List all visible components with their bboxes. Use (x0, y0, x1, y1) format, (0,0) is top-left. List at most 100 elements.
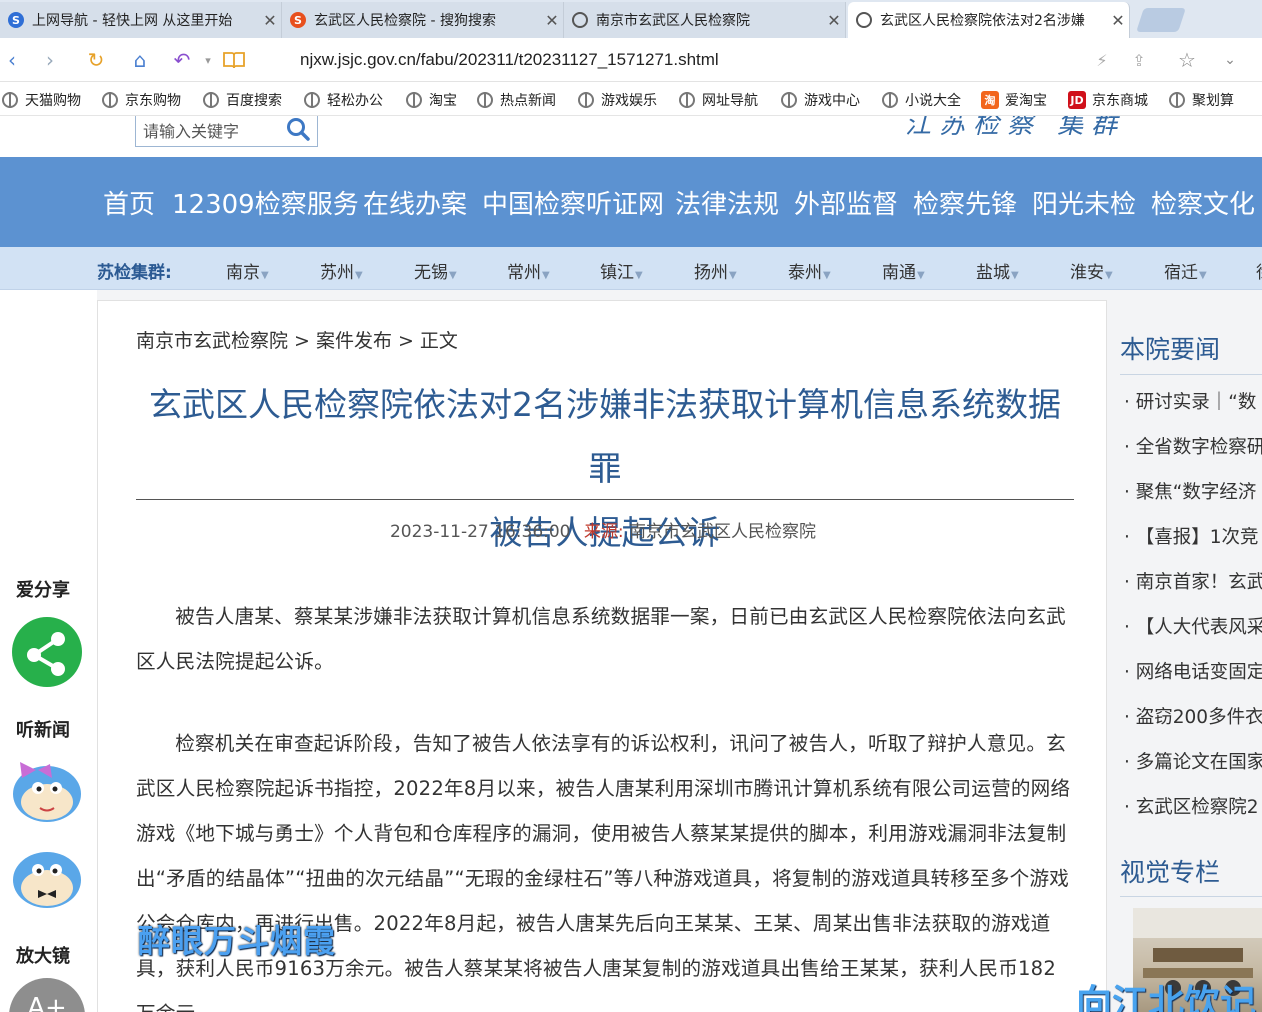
close-icon[interactable]: ✕ (1107, 11, 1129, 30)
bookmark-item[interactable]: 淘宝 (406, 90, 457, 110)
city-link[interactable]: 宿迁▼ (1164, 258, 1207, 283)
bookmark-label: 爱淘宝 (1005, 93, 1047, 109)
nav-item-online[interactable]: 在线办案 (363, 184, 467, 221)
forward-icon[interactable]: › (38, 48, 62, 72)
listen-heading: 听新闻 (16, 720, 70, 741)
close-icon[interactable]: ✕ (823, 11, 845, 30)
undo-close-icon[interactable]: ↶ (170, 48, 194, 72)
news-link[interactable]: · 聚焦“数字经济 (1124, 478, 1256, 504)
browser-tab-bar: S 上网导航 - 轻快上网 从这里开始 ✕ S 玄武区人民检察院 - 搜狗搜索 … (0, 0, 1262, 38)
bookmark-item[interactable]: 淘爱淘宝 (981, 90, 1047, 110)
globe-icon (102, 92, 118, 108)
globe-icon (578, 92, 594, 108)
web-page: 请输入关键字 江苏检察 集群 首页 12309检察服务 在线办案 中国检察听证网… (0, 116, 1262, 1012)
sogou-search-icon: S (290, 12, 306, 28)
sogou-browser-icon: S (8, 12, 24, 28)
home-icon[interactable]: ⌂ (128, 48, 152, 72)
breadcrumb-link[interactable]: 南京市玄武检察院 (136, 330, 288, 352)
globe-icon (572, 12, 588, 28)
news-link[interactable]: · 全省数字检察研 (1124, 433, 1262, 459)
bookmark-label: 游戏娱乐 (601, 93, 657, 109)
city-link[interactable]: 南通▼ (882, 258, 925, 283)
article-paragraph: 被告人唐某、蔡某某涉嫌非法获取计算机信息系统数据罪一案，日前已由玄武区人民检察院… (136, 605, 1066, 673)
nav-item-hearing[interactable]: 中国检察听证网 (482, 184, 664, 221)
news-link[interactable]: · 【人大代表风采 (1124, 613, 1262, 639)
browser-tab-active[interactable]: 玄武区人民检察院依法对2名涉嫌 ✕ (848, 2, 1130, 38)
news-link[interactable]: · 研讨实录｜“数 (1124, 388, 1256, 414)
nav-item-pioneer[interactable]: 检察先锋 (913, 184, 1017, 221)
reader-mode-icon[interactable] (222, 48, 246, 72)
city-link[interactable]: 淮安▼ (1070, 258, 1113, 283)
chevron-down-icon[interactable]: ⌄ (1218, 48, 1242, 72)
search-input[interactable]: 请输入关键字 (143, 118, 239, 142)
search-icon[interactable] (285, 116, 311, 142)
nav-item-12309[interactable]: 12309检察服务 (172, 184, 359, 221)
share-icon[interactable]: ⇪ (1127, 48, 1151, 72)
divider (1120, 896, 1262, 897)
main-navigation: 首页 12309检察服务 在线办案 中国检察听证网 法律法规 外部监督 检察先锋… (0, 157, 1262, 247)
browser-tab[interactable]: S 上网导航 - 轻快上网 从这里开始 ✕ (0, 2, 282, 38)
bookmark-item[interactable]: 网址导航 (679, 90, 758, 110)
lightning-icon[interactable]: ⚡ (1090, 48, 1114, 72)
nav-item-home[interactable]: 首页 (103, 184, 155, 221)
city-link[interactable]: 常州▼ (507, 258, 550, 283)
news-link[interactable]: · 盗窃200多件衣 (1124, 703, 1262, 729)
refresh-icon[interactable]: ↻ (84, 48, 108, 72)
breadcrumb-link[interactable]: 案件发布 (316, 330, 392, 352)
city-link[interactable]: 泰州▼ (788, 258, 831, 283)
site-search-box[interactable]: 请输入关键字 (135, 116, 318, 147)
tab-title: 玄武区人民检察院依法对2名涉嫌 (880, 13, 1085, 29)
city-link[interactable]: 徐 (1256, 258, 1262, 283)
share-icon[interactable] (12, 617, 82, 687)
close-icon[interactable]: ✕ (259, 11, 281, 30)
browser-tab[interactable]: 南京市玄武区人民检察院 ✕ (564, 2, 846, 38)
visual-section-title: 视觉专栏 (1120, 858, 1221, 887)
bookmark-item[interactable]: 游戏中心 (781, 90, 860, 110)
city-link[interactable]: 盐城▼ (976, 258, 1019, 283)
bookmark-item[interactable]: 小说大全 (882, 90, 961, 110)
source-label: 来源: (583, 522, 624, 542)
chevron-down-icon: ▼ (729, 270, 737, 281)
tab-title: 玄武区人民检察院 - 搜狗搜索 (314, 13, 496, 29)
bookmark-label: 京东商城 (1092, 93, 1148, 109)
city-link[interactable]: 苏州▼ (320, 258, 363, 283)
news-link[interactable]: · 玄武区检察院2 (1124, 793, 1259, 819)
breadcrumb-current: 正文 (419, 330, 458, 352)
nav-item-culture[interactable]: 检察文化 (1151, 184, 1255, 221)
close-icon[interactable]: ✕ (541, 11, 563, 30)
bookmark-item[interactable]: 热点新闻 (477, 90, 556, 110)
bookmark-item[interactable]: JD 京东商城 (1068, 90, 1148, 110)
browser-toolbar: ‹ › ↻ ⌂ ↶ ▾ njxw.jsjc.gov.cn/fabu/202311… (0, 38, 1262, 82)
city-link[interactable]: 无锡▼ (414, 258, 457, 283)
address-bar[interactable]: njxw.jsjc.gov.cn/fabu/202311/t20231127_1… (300, 50, 719, 70)
news-link[interactable]: · 网络电话变固定 (1124, 658, 1262, 684)
star-icon[interactable]: ☆ (1175, 48, 1199, 72)
site-logo: 江苏检察 集群 (905, 116, 1126, 140)
chevron-down-icon[interactable]: ▾ (196, 48, 220, 72)
nav-item-juvenile[interactable]: 阳光未检 (1032, 184, 1136, 221)
nav-item-supervision[interactable]: 外部监督 (794, 184, 898, 221)
chevron-down-icon: ▼ (917, 270, 925, 281)
news-link[interactable]: · 【喜报】1次竞 (1124, 523, 1259, 549)
new-tab-button[interactable] (1136, 8, 1186, 32)
back-icon[interactable]: ‹ (0, 48, 24, 72)
city-link[interactable]: 镇江▼ (600, 258, 643, 283)
bookmark-label: 百度搜索 (226, 93, 282, 109)
bookmark-item[interactable]: 轻松办公 (304, 90, 383, 110)
news-link[interactable]: · 南京首家！玄武 (1124, 568, 1262, 594)
bookmark-item[interactable]: 天猫购物 (2, 90, 81, 110)
banner-overlay-text: 向江北饮记 (1076, 983, 1257, 1012)
bookmark-item[interactable]: 聚划算 (1169, 90, 1234, 110)
source-name: 南京市玄武区人民检察院 (629, 522, 817, 542)
bookmark-item[interactable]: 京东购物 (102, 90, 181, 110)
city-link[interactable]: 扬州▼ (694, 258, 737, 283)
news-link[interactable]: · 多篇论文在国家 (1124, 748, 1262, 774)
nav-item-law[interactable]: 法律法规 (675, 184, 779, 221)
browser-tab[interactable]: S 玄武区人民检察院 - 搜狗搜索 ✕ (282, 2, 564, 38)
mascot-boy-icon[interactable] (10, 840, 84, 910)
city-link[interactable]: 南京▼ (226, 258, 269, 283)
mascot-girl-icon[interactable] (10, 752, 84, 822)
breadcrumb-separator: > (397, 330, 414, 352)
bookmark-item[interactable]: 游戏娱乐 (578, 90, 657, 110)
bookmark-item[interactable]: 百度搜索 (203, 90, 282, 110)
